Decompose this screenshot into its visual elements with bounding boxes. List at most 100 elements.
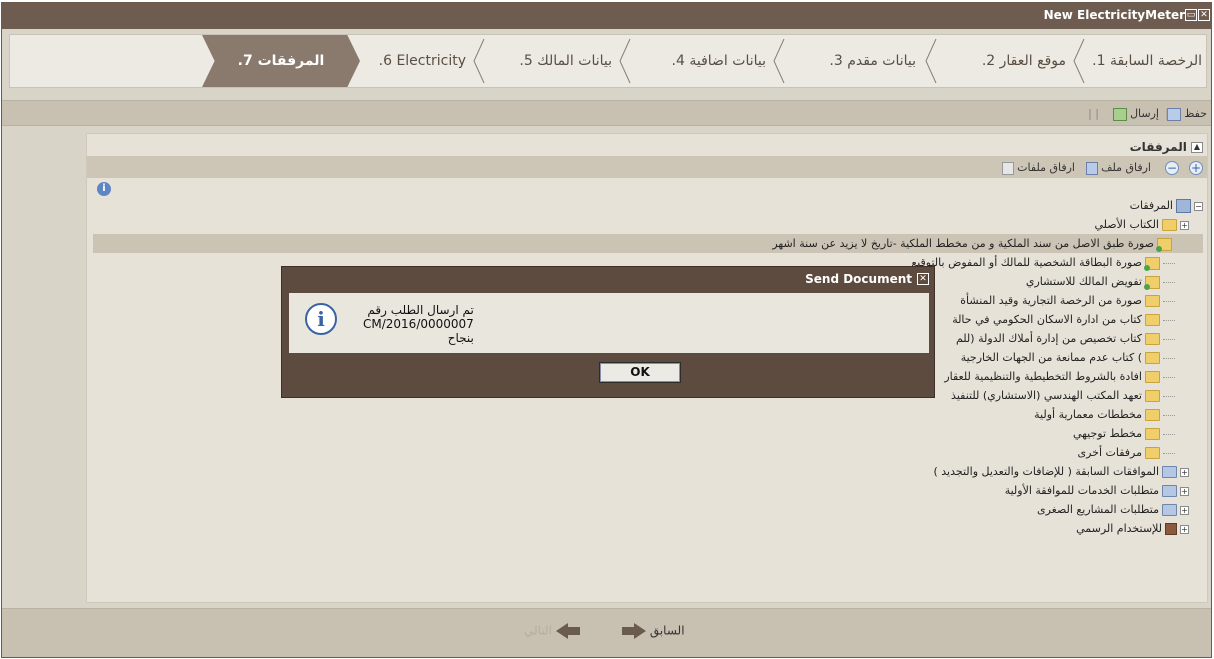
chevron-divider-icon	[473, 38, 485, 84]
folder-icon	[1145, 333, 1160, 345]
remove-circle-button[interactable]: −	[1165, 161, 1179, 175]
dialog-message-line3: بنجاح	[447, 331, 474, 345]
attached-folder-icon	[1144, 256, 1160, 271]
dialog-body: i تم ارسال الطلب رقم CM/2016/0000007 بنج…	[289, 293, 929, 353]
folder-icon	[1145, 371, 1160, 383]
step-2-property-location[interactable]: .2 موقع العقار	[982, 35, 1066, 87]
add-file-button[interactable]: ارفاق ملف	[1085, 161, 1151, 175]
save-label: حفظ	[1184, 107, 1207, 120]
minus-icon: −	[1165, 161, 1179, 175]
expand-node-icon[interactable]: +	[1180, 486, 1189, 496]
step-3-applicant-data[interactable]: .3 بيانات مقدم	[829, 35, 916, 87]
tree-node-label: متطلبات الخدمات للموافقة الأولية	[1004, 484, 1159, 497]
step-7-attachments[interactable]: .7 المرفقات	[202, 35, 360, 87]
previous-label: السابق	[649, 623, 685, 638]
add-circle-button[interactable]: +	[1189, 161, 1203, 175]
folder-stack-icon	[1162, 485, 1177, 497]
tree-connector	[1163, 319, 1175, 321]
save-button[interactable]: حفظ	[1166, 107, 1207, 121]
folder-icon	[1145, 295, 1160, 307]
folder-icon	[1145, 409, 1160, 421]
next-button: التالي	[524, 623, 580, 639]
folder-icon	[1145, 314, 1160, 326]
attachments-header-label: المرفقات	[1129, 140, 1187, 154]
toolbar-separator: |	[1165, 107, 1169, 120]
tree-root-label: المرفقات	[1129, 199, 1173, 212]
tree-node-label: افادة بالشروط التخطيطية والتنظيمية للعقا…	[944, 370, 1142, 383]
tree-node[interactable]: الكتاب الأصلي +	[93, 215, 1203, 234]
tree-connector	[1163, 376, 1175, 378]
add-file-label: ارفاق ملف	[1101, 161, 1151, 174]
collapse-icon[interactable]: ▲	[1191, 142, 1203, 153]
folder-icon	[1145, 352, 1160, 364]
tree-connector	[1163, 452, 1175, 454]
step-1-previous-license[interactable]: .1 الرخصة السابقة	[1092, 35, 1202, 87]
tree-node-selected[interactable]: صورة طبق الاصل من سند الملكية و من مخطط …	[93, 234, 1203, 253]
collapse-node-icon[interactable]: −	[1194, 201, 1203, 211]
dialog-close-icon[interactable]: ✕	[917, 273, 929, 285]
information-icon: i	[305, 303, 337, 335]
dialog-message-line1: تم ارسال الطلب رقم	[367, 303, 474, 317]
title-bar: New ElectricityMeter ▭ ✕	[2, 3, 1211, 29]
previous-button[interactable]: السابق	[622, 623, 685, 639]
attached-folder-icon	[1144, 275, 1160, 290]
tree-connector	[1163, 300, 1175, 302]
send-button[interactable]: إرسال	[1112, 107, 1159, 121]
tree-node-label: مخطط توجيهي	[1072, 427, 1142, 440]
tree-connector	[1163, 262, 1175, 264]
tree-connector	[1163, 357, 1175, 359]
window-title: New ElectricityMeter	[1043, 8, 1185, 22]
chevron-divider-icon	[925, 38, 937, 84]
official-use-icon	[1165, 523, 1177, 535]
tree-node[interactable]: متطلبات المشاريع الصغرى +	[93, 500, 1203, 519]
expand-node-icon[interactable]: +	[1180, 524, 1189, 534]
tree-connector	[1163, 338, 1175, 340]
chevron-divider-icon	[773, 38, 785, 84]
expand-node-icon[interactable]: +	[1180, 220, 1189, 230]
tree-node[interactable]: الموافقات السابقة ( للإضافات والتعديل وا…	[93, 462, 1203, 481]
tree-node-label: كتاب تخصيص من إدارة أملاك الدولة (للم	[955, 332, 1142, 345]
folder-icon	[1145, 428, 1160, 440]
tree-node-label: تعهد المكتب الهندسي (الاستشاري) للتنفيذ	[951, 389, 1142, 402]
step-4-additional-data[interactable]: .4 بيانات اضافية	[672, 35, 766, 87]
tree-node[interactable]: متطلبات الخدمات للموافقة الأولية +	[93, 481, 1203, 500]
expand-node-icon[interactable]: +	[1180, 467, 1189, 477]
tree-node[interactable]: مخططات معمارية أولية	[93, 405, 1203, 424]
tree-connector	[1163, 395, 1175, 397]
tree-node[interactable]: للإستخدام الرسمي +	[93, 519, 1203, 538]
dialog-title: Send Document	[805, 272, 912, 286]
folder-icon	[1145, 447, 1160, 459]
attachments-toolbar: + − ارفاق ملف ارفاق ملفات i	[87, 156, 1207, 196]
tree-node-label: مخططات معمارية أولية	[1034, 408, 1142, 421]
chevron-divider-icon	[1073, 38, 1085, 84]
next-label: التالي	[524, 623, 552, 638]
send-document-dialog: Send Document ✕ i تم ارسال الطلب رقم CM/…	[281, 266, 935, 398]
step-5-owner-data[interactable]: .5 بيانات المالك	[519, 35, 612, 87]
folder-icon	[1145, 390, 1160, 402]
tree-node-label: الكتاب الأصلي	[1094, 218, 1160, 231]
expand-node-icon[interactable]: +	[1180, 505, 1189, 515]
folder-stack-icon	[1162, 466, 1177, 478]
tree-node[interactable]: مرفقات أخرى	[93, 443, 1203, 462]
tree-node-label: كتاب عدم ممانعة من الجهات الخارجية (	[960, 351, 1142, 364]
step-6-electricity[interactable]: .6 Electricity	[379, 35, 466, 87]
info-icon[interactable]: i	[97, 182, 111, 196]
tree-connector	[1163, 414, 1175, 416]
send-icon	[1112, 107, 1127, 121]
tree-node-label: صورة طبق الاصل من سند الملكية و من مخطط …	[772, 237, 1154, 250]
toolbar-separator: | |	[1088, 107, 1099, 120]
tree-node[interactable]: مخطط توجيهي	[93, 424, 1203, 443]
tree-root[interactable]: المرفقات −	[93, 196, 1203, 215]
add-files-label: ارفاق ملفات	[1017, 161, 1075, 174]
maximize-icon[interactable]: ▭	[1185, 9, 1197, 21]
wizard-footer: السابق التالي	[2, 608, 1211, 657]
tree-node-label: مرفقات أخرى	[1077, 446, 1142, 459]
attachments-header: المرفقات ▲	[1130, 140, 1203, 154]
tree-node-label: تفويض المالك للاستشاري	[1025, 275, 1142, 288]
add-files-button[interactable]: ارفاق ملفات	[1001, 161, 1075, 175]
close-icon[interactable]: ✕	[1198, 9, 1210, 21]
ok-button[interactable]: OK	[599, 362, 681, 383]
folder-stack-icon	[1162, 504, 1177, 516]
tree-connector	[1163, 281, 1175, 283]
tree-node-label: متطلبات المشاريع الصغرى	[1037, 503, 1159, 516]
